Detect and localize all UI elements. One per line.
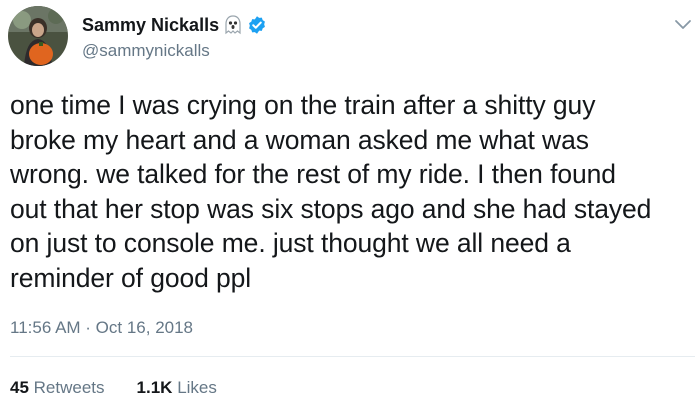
tweet-line: wrong. we talked for the rest of my ride… (10, 159, 616, 189)
tweet-line: broke my heart and a woman asked me what… (10, 124, 589, 155)
chevron-down-icon[interactable] (674, 18, 692, 36)
user-handle[interactable]: @sammynickalls (82, 41, 210, 61)
profile-photo-avatar (8, 6, 68, 66)
ghost-icon (224, 15, 242, 35)
tweet-line: out that her stop was six stops ago and … (10, 193, 652, 224)
display-name[interactable]: Sammy Nickalls (82, 15, 219, 36)
retweets-stat[interactable]: 45 Retweets (10, 378, 105, 398)
avatar[interactable] (8, 6, 68, 66)
tweet-card: Sammy Nickalls @sammynickalls one time I… (0, 0, 700, 409)
retweets-label: Retweets (33, 378, 105, 397)
likes-stat[interactable]: 1.1K Likes (137, 378, 217, 398)
tweet-text: one time I was crying on the train after… (10, 88, 698, 295)
tweet-timestamp[interactable]: 11:56 AM · Oct 16, 2018 (10, 318, 193, 338)
retweets-count: 45 (10, 378, 29, 397)
likes-count: 1.1K (136, 378, 173, 397)
tweet-line: one time I was crying on the train after… (10, 90, 596, 120)
display-name-row: Sammy Nickalls (82, 13, 267, 37)
likes-label: Likes (177, 378, 217, 397)
divider (10, 356, 695, 357)
tweet-line: on just to console me. just thought we a… (10, 228, 571, 258)
tweet-line: reminder of good ppl (10, 262, 252, 293)
verified-badge-icon (247, 15, 267, 35)
engagement-stats: 45 Retweets 1.1K Likes (10, 378, 217, 398)
